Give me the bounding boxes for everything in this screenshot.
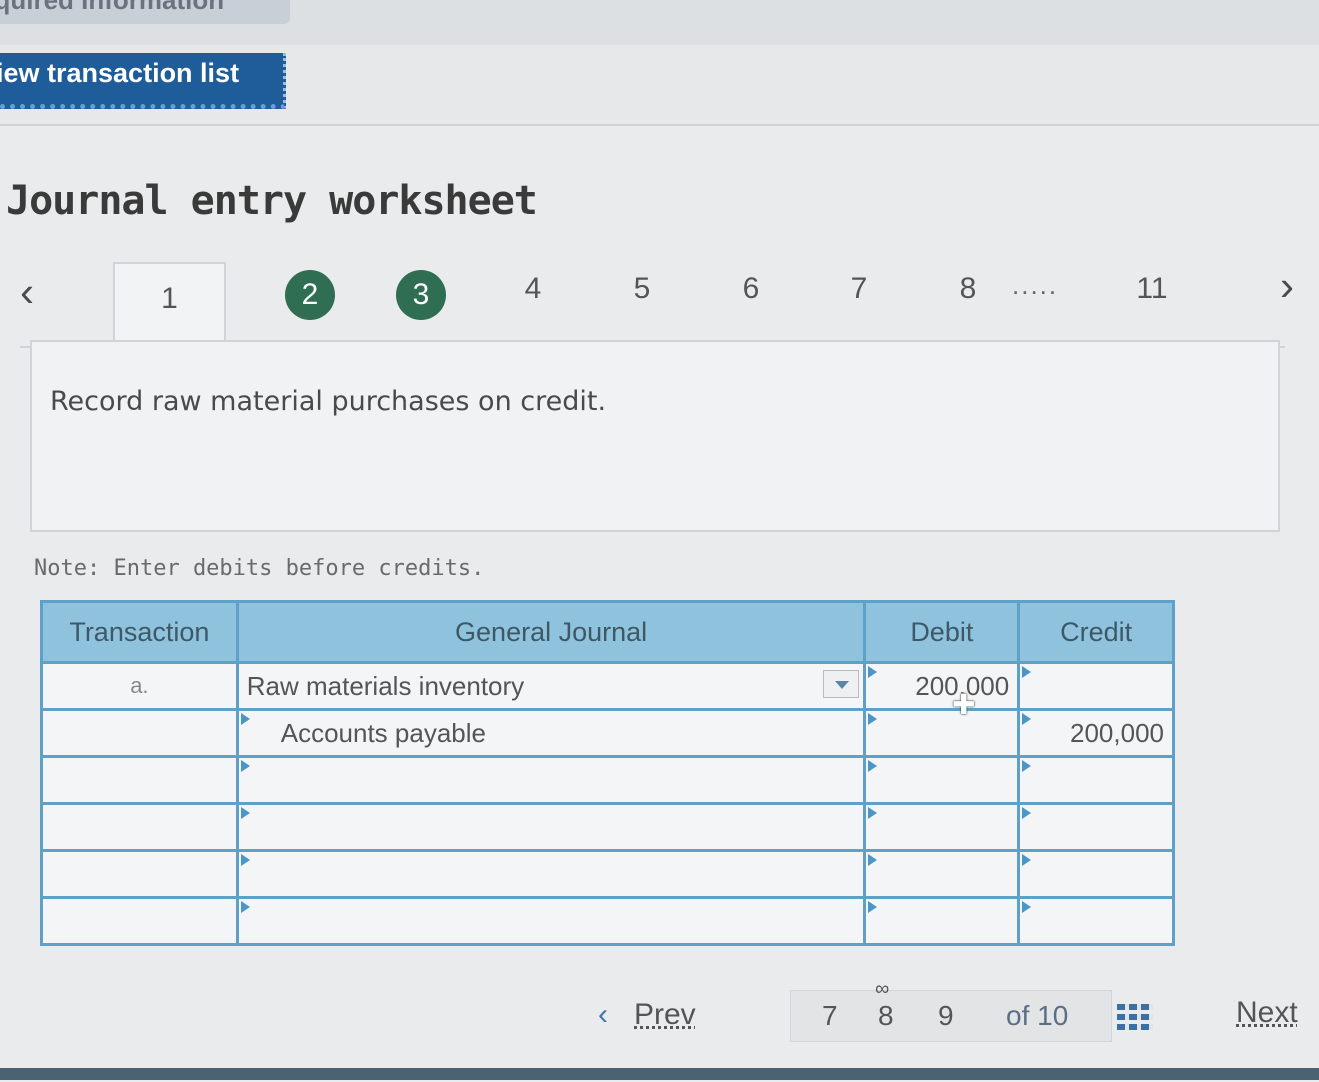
cell-marker-icon <box>240 760 250 772</box>
table-row <box>40 849 1175 899</box>
page-title: Journal entry worksheet <box>6 178 538 224</box>
prev-button[interactable]: ‹ Prev <box>598 998 696 1032</box>
tab-8[interactable]: 8 <box>938 272 998 306</box>
credit-value: 200,000 <box>1070 717 1164 748</box>
dropdown-arrow-icon[interactable] <box>823 670 860 698</box>
cell-marker-icon <box>868 901 878 913</box>
tab-1[interactable]: 1 <box>113 262 226 352</box>
tab-2[interactable]: 2 <box>285 270 335 320</box>
required-information-tab[interactable]: equired Information <box>0 0 290 24</box>
transaction-cell: a. <box>40 661 239 711</box>
cell-marker-icon <box>1022 666 1032 678</box>
debit-input[interactable] <box>863 755 1021 805</box>
tab-6[interactable]: 6 <box>721 272 781 306</box>
cell-marker-icon <box>1022 901 1032 913</box>
cell-marker-icon <box>1022 760 1032 772</box>
tab-11[interactable]: 11 <box>1122 272 1182 306</box>
table-row <box>40 896 1175 946</box>
debit-input[interactable] <box>863 896 1021 946</box>
page-9[interactable]: 9 <box>938 1000 954 1032</box>
journal-table: Transaction General Journal Debit Credit… <box>40 600 1175 946</box>
cell-marker-icon <box>240 807 250 819</box>
tab-4[interactable]: 4 <box>503 272 563 306</box>
tab-3[interactable]: 3 <box>396 270 446 320</box>
cell-marker-icon <box>240 713 250 725</box>
page-total: of 10 <box>1006 1000 1069 1031</box>
account-select[interactable]: Raw materials inventory <box>235 661 867 711</box>
tabs-ellipsis: ..... <box>1012 270 1059 300</box>
column-header-transaction: Transaction <box>40 600 239 664</box>
view-transaction-list-button[interactable]: iew transaction list <box>0 53 286 109</box>
chevron-left-icon[interactable]: ‹ <box>20 268 34 316</box>
credit-input[interactable] <box>1017 802 1175 852</box>
cell-marker-icon <box>868 666 878 678</box>
next-button[interactable]: Next <box>1236 996 1298 1030</box>
account-select[interactable] <box>235 802 867 852</box>
cell-marker-icon <box>868 807 878 819</box>
transaction-cell <box>40 802 239 852</box>
debit-input[interactable]: 200,000 <box>863 661 1021 711</box>
cell-marker-icon <box>1022 807 1032 819</box>
credit-input[interactable] <box>1017 755 1175 805</box>
debit-input[interactable] <box>863 802 1021 852</box>
column-header-credit: Credit <box>1017 600 1175 664</box>
bottom-bar <box>0 1068 1319 1080</box>
cell-marker-icon <box>1022 854 1032 866</box>
cell-marker-icon <box>240 901 250 913</box>
table-row <box>40 755 1175 805</box>
account-label: Raw materials inventory <box>246 670 525 701</box>
transaction-description: Record raw material purchases on credit. <box>50 386 607 417</box>
cell-marker-icon <box>868 854 878 866</box>
account-select[interactable] <box>235 849 867 899</box>
chevron-right-icon[interactable]: › <box>1280 262 1294 310</box>
account-label: Accounts payable <box>280 717 486 748</box>
tab-5[interactable]: 5 <box>612 272 672 306</box>
table-header-row: Transaction General Journal Debit Credit <box>40 600 1175 664</box>
tab-7[interactable]: 7 <box>829 272 889 306</box>
transaction-cell <box>40 708 239 758</box>
description-box <box>30 340 1280 532</box>
page-8[interactable]: 8 <box>878 1000 894 1032</box>
table-row <box>40 802 1175 852</box>
account-select[interactable]: Accounts payable <box>235 708 867 758</box>
cell-marker-icon <box>1022 713 1032 725</box>
table-row: Accounts payable 200,000 <box>40 708 1175 758</box>
debit-input[interactable] <box>863 708 1021 758</box>
debit-input[interactable] <box>863 849 1021 899</box>
cell-marker-icon <box>240 854 250 866</box>
cell-marker-icon <box>868 713 878 725</box>
table-row: a. Raw materials inventory 200,000 <box>40 661 1175 711</box>
credit-input[interactable] <box>1017 896 1175 946</box>
account-select[interactable] <box>235 896 867 946</box>
move-cursor-icon: ✚ <box>952 689 976 720</box>
transaction-cell <box>40 849 239 899</box>
credit-input[interactable] <box>1017 661 1175 711</box>
prev-label: Prev <box>634 998 696 1031</box>
page-7[interactable]: 7 <box>822 1000 838 1032</box>
credit-input[interactable]: 200,000 <box>1017 708 1175 758</box>
chevron-left-icon: ‹ <box>598 998 608 1031</box>
column-header-general-journal: General Journal <box>235 600 867 664</box>
link-icon: ∞ <box>875 978 890 1000</box>
entry-note: Note: Enter debits before credits. <box>34 556 485 581</box>
column-header-debit: Debit <box>863 600 1021 664</box>
account-select[interactable] <box>235 755 867 805</box>
transaction-cell <box>40 896 239 946</box>
cell-marker-icon <box>868 760 878 772</box>
credit-input[interactable] <box>1017 849 1175 899</box>
transaction-cell <box>40 755 239 805</box>
grid-icon[interactable] <box>1117 1000 1153 1030</box>
